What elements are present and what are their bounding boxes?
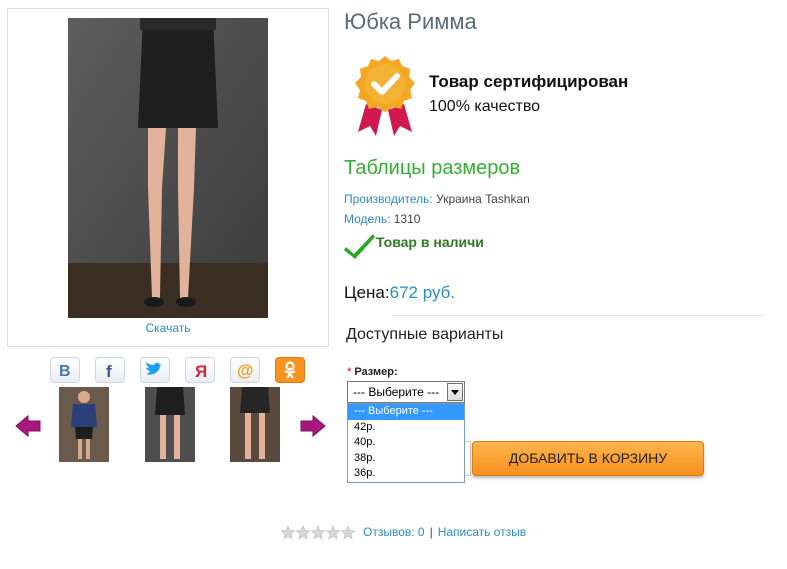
price-label: Цена: xyxy=(344,283,390,302)
arrow-right-icon xyxy=(300,414,326,438)
manufacturer-value: Украина Tashkan xyxy=(436,192,530,206)
thumbnail-2[interactable] xyxy=(145,387,195,462)
svg-text:f: f xyxy=(106,362,112,380)
arrow-left-icon xyxy=(15,414,41,438)
product-main-image[interactable] xyxy=(68,18,268,318)
price-value: 672 руб. xyxy=(389,283,456,302)
odnoklassniki-share-button[interactable]: Я xyxy=(185,357,215,383)
star-icon xyxy=(280,525,296,540)
size-select-value: --- Выберите --- xyxy=(353,385,440,399)
certificate-title: Товар сертифицирован xyxy=(429,72,629,91)
size-label-text: Размер: xyxy=(354,366,398,378)
odnoklassniki-icon: Я xyxy=(195,362,207,380)
size-dropdown-list[interactable]: --- Выберите --- 42р. 40р. 38р. 36р. xyxy=(347,403,465,483)
size-label: * Размер: xyxy=(347,366,398,378)
facebook-share-button[interactable]: f xyxy=(95,357,125,383)
model-label: Модель: xyxy=(344,212,391,226)
next-thumbnail-button[interactable] xyxy=(300,414,326,443)
model-value: 1310 xyxy=(393,212,421,226)
add-to-cart-button[interactable]: ДОБАВИТЬ В КОРЗИНУ xyxy=(472,441,704,476)
svg-text:@: @ xyxy=(237,361,254,380)
thumbnail-1[interactable] xyxy=(59,387,109,462)
reviews-separator: | xyxy=(429,525,433,539)
stock-status: Товар в наличи xyxy=(376,234,484,250)
manufacturer-label[interactable]: Производитель: xyxy=(344,192,433,206)
in-stock-check-icon xyxy=(344,232,376,265)
thumbnail-3[interactable] xyxy=(230,387,280,462)
write-review-link[interactable]: Написать отзыв xyxy=(438,525,526,539)
svg-text:В: В xyxy=(59,363,71,380)
size-option[interactable]: 36р. xyxy=(348,466,464,482)
ok-share-button[interactable] xyxy=(275,357,305,383)
model-row: Модель: 1310 xyxy=(344,212,420,226)
mail-share-button[interactable]: @ xyxy=(230,357,260,383)
twitter-share-button[interactable] xyxy=(140,357,170,383)
star-icon xyxy=(340,525,356,540)
product-image-frame: Скачать xyxy=(7,8,329,347)
certificate-badge-icon xyxy=(352,54,418,143)
manufacturer-row: Производитель: Украина Tashkan xyxy=(344,192,530,206)
prev-thumbnail-button[interactable] xyxy=(15,414,41,443)
star-icon xyxy=(310,525,326,540)
size-option[interactable]: 40р. xyxy=(348,435,464,451)
quantity-input[interactable] xyxy=(465,441,471,476)
chevron-down-icon[interactable] xyxy=(447,383,463,401)
size-table-link[interactable]: Таблицы размеров xyxy=(344,157,520,180)
ok-icon xyxy=(284,361,296,379)
size-option[interactable]: --- Выберите --- xyxy=(348,404,464,420)
product-title: Юбка Римма xyxy=(344,9,477,34)
svg-text:Я: Я xyxy=(195,362,207,380)
star-icon xyxy=(325,525,341,540)
price: Цена:672 руб. xyxy=(344,283,455,303)
options-heading: Доступные варианты xyxy=(346,326,504,343)
mail-at-icon: @ xyxy=(237,361,254,380)
star-icon xyxy=(295,525,311,540)
certificate-subtitle: 100% качество xyxy=(429,98,541,115)
size-option[interactable]: 38р. xyxy=(348,451,464,467)
twitter-icon xyxy=(146,362,163,375)
size-option[interactable]: 42р. xyxy=(348,420,464,436)
required-mark: * xyxy=(347,366,352,378)
vk-icon: В xyxy=(59,363,71,380)
rating-stars xyxy=(280,525,357,546)
download-link[interactable]: Скачать xyxy=(8,321,328,335)
reviews-row: Отзывов: 0 | Написать отзыв xyxy=(363,525,526,539)
facebook-icon: f xyxy=(106,362,112,380)
reviews-count-link[interactable]: Отзывов: 0 xyxy=(363,525,425,539)
vk-share-button[interactable]: В xyxy=(50,357,80,383)
divider xyxy=(392,315,764,316)
size-select[interactable]: --- Выберите --- xyxy=(347,381,465,403)
